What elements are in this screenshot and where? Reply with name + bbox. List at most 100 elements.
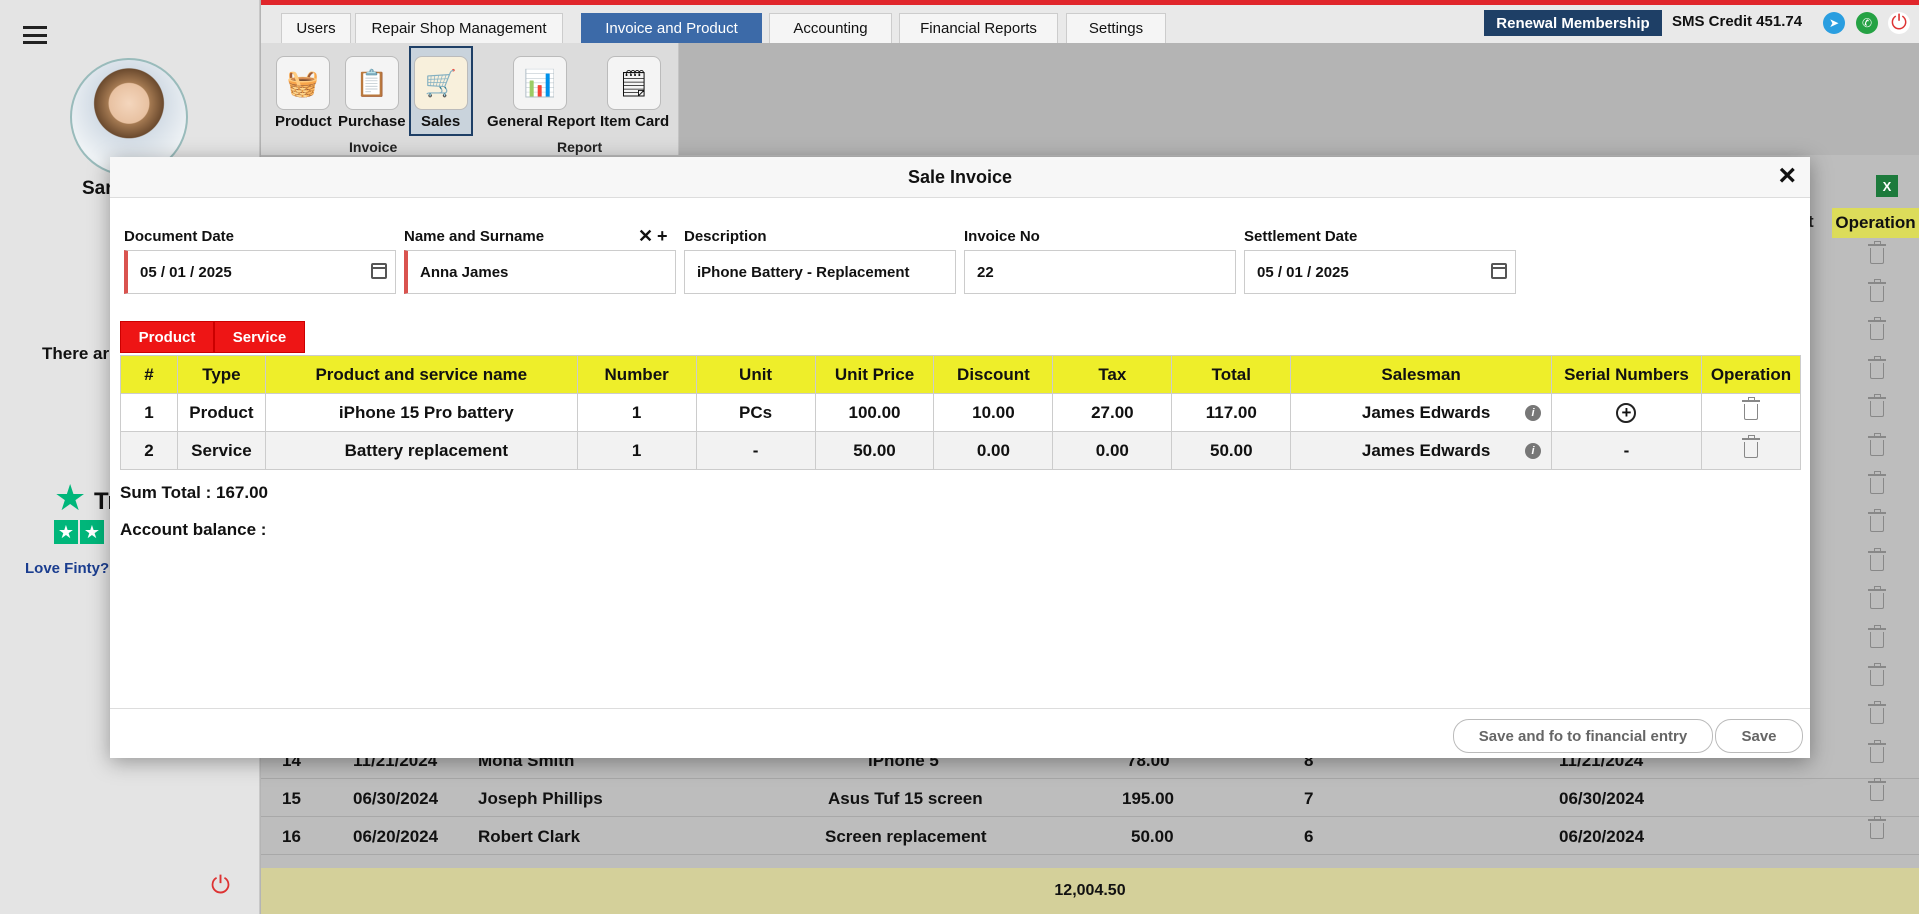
trash-icon[interactable] bbox=[1868, 241, 1886, 264]
trash-icon[interactable] bbox=[1868, 740, 1886, 763]
trash-icon[interactable] bbox=[1868, 433, 1886, 456]
trash-icon[interactable] bbox=[1868, 625, 1886, 648]
cell-number[interactable]: 1 bbox=[576, 431, 697, 470]
cell-salesman[interactable]: James Edwards i bbox=[1290, 393, 1553, 432]
product-button[interactable]: Product bbox=[275, 113, 332, 130]
save-button[interactable]: Save bbox=[1715, 719, 1803, 753]
cell-name[interactable]: iPhone 15 Pro battery bbox=[264, 393, 578, 432]
trash-icon[interactable] bbox=[1868, 778, 1886, 801]
info-icon[interactable]: i bbox=[1525, 443, 1542, 459]
calendar-icon[interactable] bbox=[1491, 263, 1507, 279]
cell-operation[interactable] bbox=[1700, 393, 1802, 432]
row-name: Joseph Phillips bbox=[478, 789, 603, 808]
settlement-date-value: 05 / 01 / 2025 bbox=[1257, 263, 1349, 281]
sales-button[interactable]: Sales bbox=[421, 113, 460, 130]
trash-icon[interactable] bbox=[1868, 663, 1886, 686]
trash-icon[interactable] bbox=[1868, 509, 1886, 532]
calendar-icon[interactable] bbox=[371, 263, 387, 279]
cell-no: 1 bbox=[120, 393, 178, 432]
cell-no: 2 bbox=[120, 431, 178, 470]
renewal-membership-button[interactable]: Renewal Membership bbox=[1484, 10, 1662, 36]
telegram-icon[interactable]: ➤ bbox=[1823, 12, 1845, 34]
col-no: # bbox=[120, 355, 178, 394]
cell-type: Service bbox=[176, 431, 266, 470]
trash-icon[interactable] bbox=[1868, 701, 1886, 724]
cell-serial[interactable]: + bbox=[1551, 393, 1702, 432]
general-report-icon[interactable]: 📊 bbox=[513, 56, 567, 110]
clear-name-icon[interactable]: ✕ bbox=[638, 226, 653, 247]
trash-icon[interactable] bbox=[1741, 435, 1760, 458]
settlement-date-label: Settlement Date bbox=[1244, 228, 1358, 245]
cell-number[interactable]: 1 bbox=[576, 393, 697, 432]
excel-export-icon[interactable]: X bbox=[1876, 175, 1898, 197]
cell-unit-price[interactable]: 100.00 bbox=[814, 393, 935, 432]
trash-icon[interactable] bbox=[1868, 279, 1886, 302]
cell-type: Product bbox=[176, 393, 266, 432]
table-row[interactable]: 2 Service Battery replacement 1 - 50.00 … bbox=[120, 431, 1802, 470]
item-card-icon[interactable]: 🗒 bbox=[607, 56, 661, 110]
cell-name[interactable]: Battery replacement bbox=[264, 431, 578, 470]
add-service-button[interactable]: Service bbox=[214, 321, 305, 353]
trash-icon[interactable] bbox=[1868, 471, 1886, 494]
cell-salesman[interactable]: James Edwards i bbox=[1290, 431, 1553, 470]
trash-icon[interactable] bbox=[1868, 394, 1886, 417]
cell-discount[interactable]: 0.00 bbox=[933, 431, 1054, 470]
add-product-button[interactable]: Product bbox=[120, 321, 214, 353]
trash-icon[interactable] bbox=[1741, 397, 1760, 420]
tab-accounting[interactable]: Accounting bbox=[769, 13, 892, 43]
purchase-button[interactable]: Purchase bbox=[338, 113, 406, 130]
close-icon[interactable]: × bbox=[1778, 159, 1796, 193]
tab-settings[interactable]: Settings bbox=[1066, 13, 1166, 43]
add-customer-icon[interactable]: + bbox=[657, 226, 668, 247]
account-balance: Account balance : bbox=[120, 520, 267, 539]
save-financial-entry-button[interactable]: Save and fo to financial entry bbox=[1453, 719, 1713, 753]
description-field[interactable]: iPhone Battery - Replacement bbox=[684, 250, 956, 294]
sum-total: Sum Total : 167.00 bbox=[120, 483, 269, 502]
trash-icon[interactable] bbox=[1868, 356, 1886, 379]
cell-serial: - bbox=[1551, 431, 1702, 470]
col-unit-price: Unit Price bbox=[814, 355, 935, 394]
document-date-label: Document Date bbox=[124, 228, 235, 245]
row-item: Screen replacement bbox=[825, 827, 987, 846]
product-icon[interactable]: 🧺 bbox=[276, 56, 330, 110]
table-row[interactable]: 1 Product iPhone 15 Pro battery 1 PCs 10… bbox=[120, 393, 1802, 432]
cell-operation[interactable] bbox=[1700, 431, 1802, 470]
power-icon[interactable]: ⏻ bbox=[211, 872, 230, 900]
purchase-icon[interactable]: 📋 bbox=[345, 56, 399, 110]
item-card-button[interactable]: Item Card bbox=[600, 113, 669, 130]
sales-cart-icon[interactable]: 🛒 bbox=[414, 56, 468, 110]
trash-icon[interactable] bbox=[1868, 816, 1886, 839]
top-nav: Users Repair Shop Management Invoice and P… bbox=[261, 5, 1919, 43]
row-no: 15 bbox=[282, 789, 301, 808]
love-finty-link[interactable]: Love Finty? bbox=[25, 560, 109, 577]
tab-invoice-product[interactable]: Invoice and Product bbox=[581, 13, 762, 43]
name-field[interactable]: Anna James bbox=[404, 250, 676, 294]
trustpilot-star-icon: ★ bbox=[54, 477, 87, 518]
tab-repair-shop[interactable]: Repair Shop Management bbox=[355, 13, 563, 43]
general-report-button[interactable]: General Report bbox=[487, 113, 595, 130]
star-icon: ★ bbox=[54, 520, 78, 544]
table-row[interactable]: 16 06/20/2024 Robert Clark Screen replac… bbox=[261, 817, 1919, 855]
invoice-no-field[interactable]: 22 bbox=[964, 250, 1236, 294]
power-icon[interactable]: ⏻ bbox=[1888, 12, 1910, 34]
tab-users[interactable]: Users bbox=[281, 13, 351, 43]
modal-footer: Save and fo to financial entry Save bbox=[110, 708, 1810, 758]
cell-unit-price[interactable]: 50.00 bbox=[814, 431, 935, 470]
trash-icon[interactable] bbox=[1868, 317, 1886, 340]
menu-icon[interactable] bbox=[23, 26, 47, 44]
info-icon[interactable]: i bbox=[1525, 405, 1542, 421]
document-date-field[interactable]: 05 / 01 / 2025 bbox=[124, 250, 396, 294]
add-serial-icon[interactable]: + bbox=[1616, 402, 1637, 423]
cell-discount[interactable]: 10.00 bbox=[933, 393, 1054, 432]
row-date: 06/30/2024 bbox=[353, 789, 439, 808]
table-row[interactable]: 15 06/30/2024 Joseph Phillips Asus Tuf 1… bbox=[261, 779, 1919, 817]
trash-icon[interactable] bbox=[1868, 586, 1886, 609]
cell-tax: 27.00 bbox=[1052, 393, 1173, 432]
whatsapp-icon[interactable]: ✆ bbox=[1856, 12, 1878, 34]
col-discount: Discount bbox=[933, 355, 1054, 394]
settlement-date-field[interactable]: 05 / 01 / 2025 bbox=[1244, 250, 1516, 294]
trash-icon[interactable] bbox=[1868, 548, 1886, 571]
invoice-no-label: Invoice No bbox=[964, 228, 1040, 245]
tab-financial-reports[interactable]: Financial Reports bbox=[899, 13, 1058, 43]
name-label: Name and Surname bbox=[404, 228, 545, 245]
